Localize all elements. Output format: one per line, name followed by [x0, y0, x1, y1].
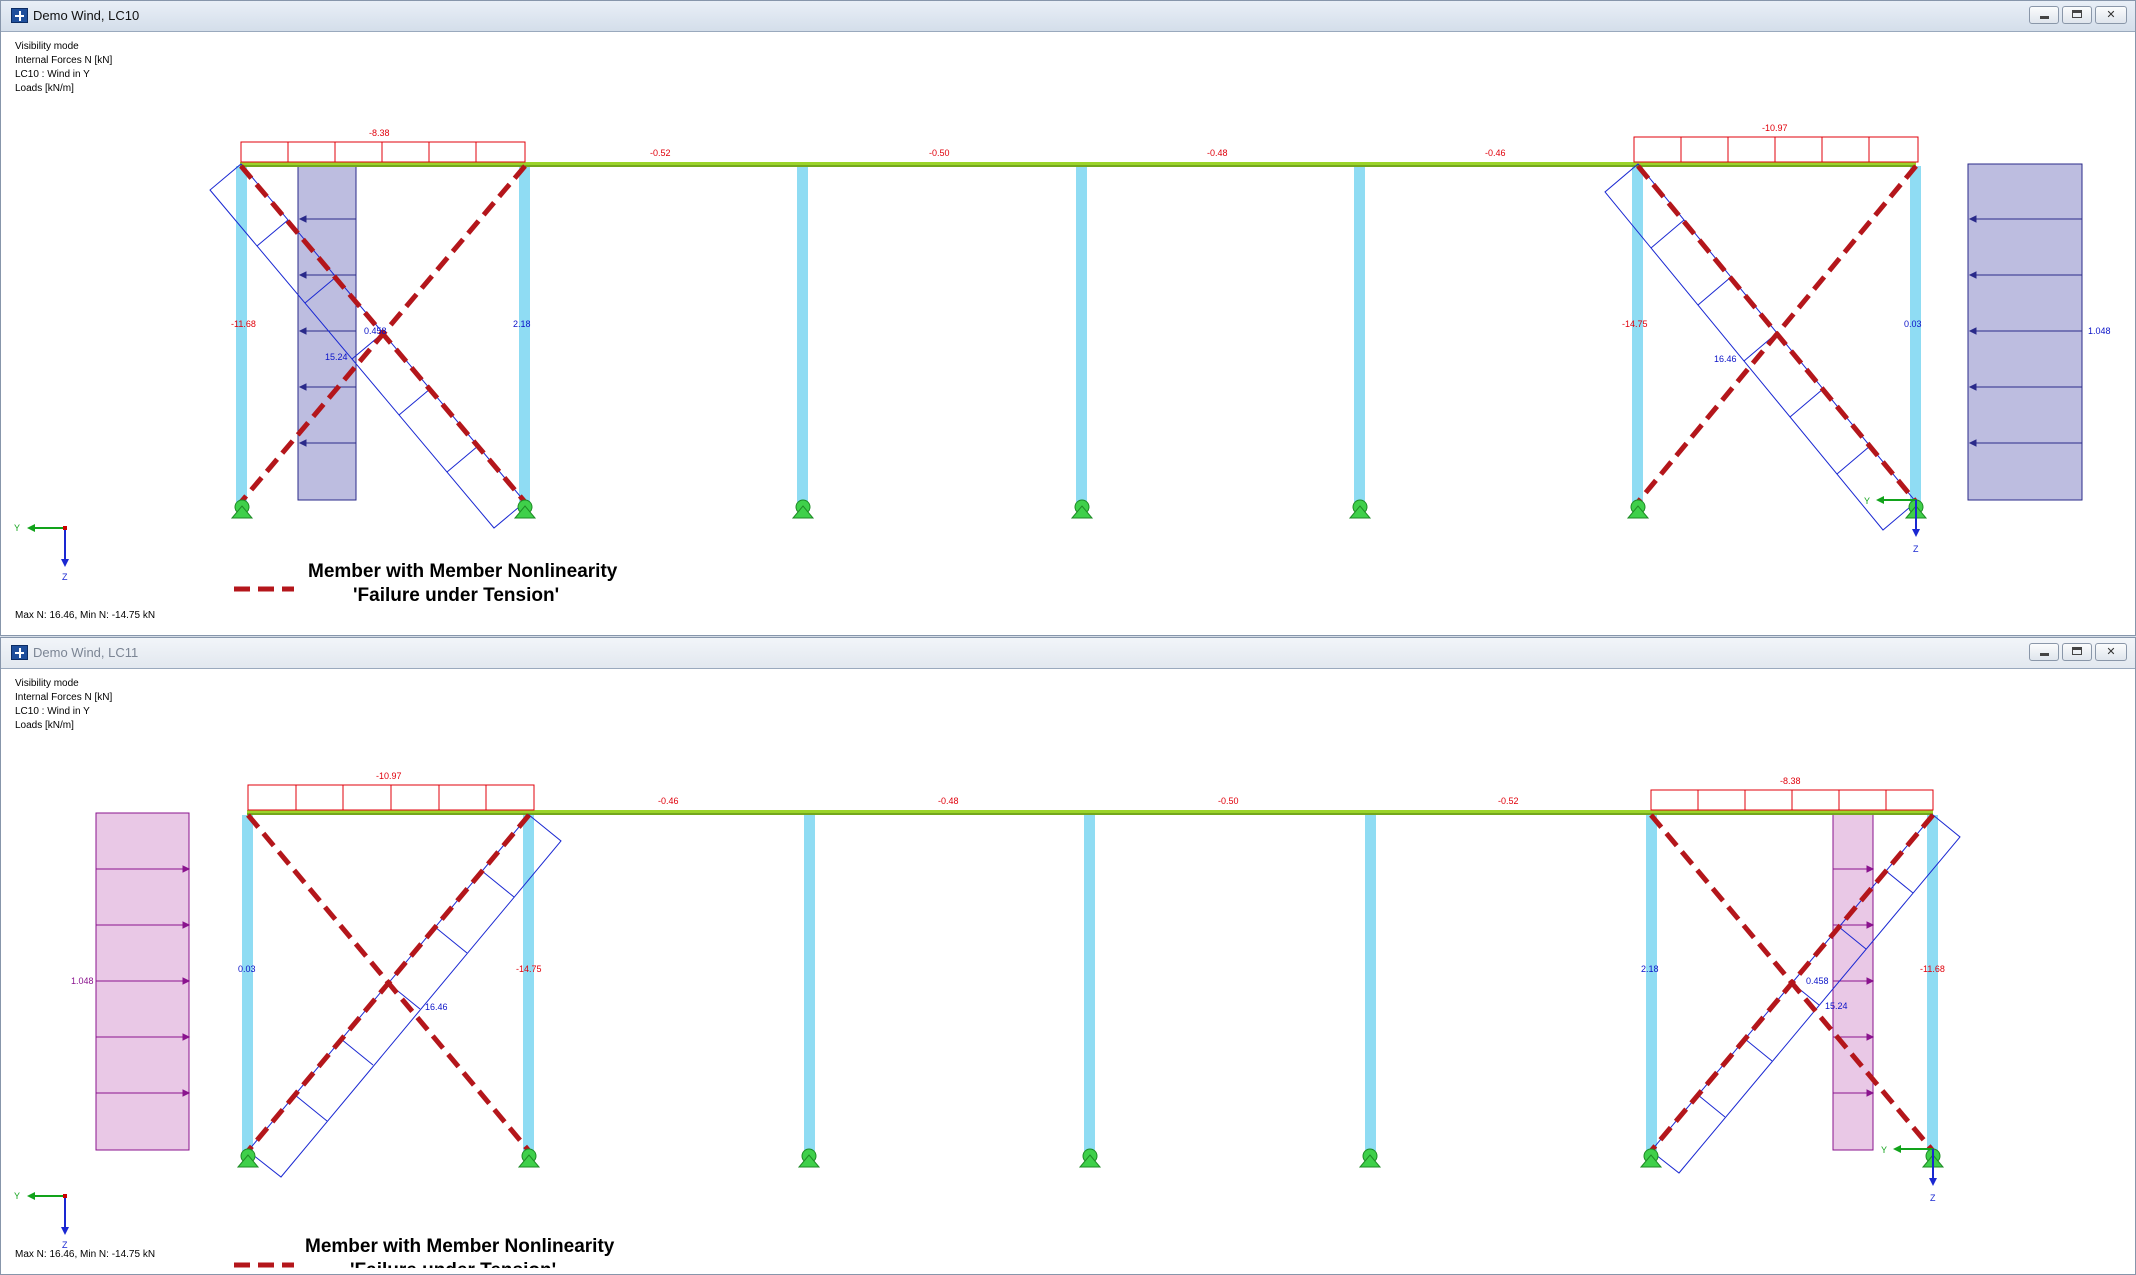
graphics-viewport[interactable]: Visibility mode Internal Forces N [kN] L… — [8, 32, 2128, 629]
label-wind-load: 1.048 — [71, 976, 94, 986]
label-second-column: 2.18 — [513, 319, 531, 329]
label-top-chord-1: -0.52 — [650, 148, 671, 158]
label-left-bay-top: -8.38 — [369, 128, 390, 138]
wind-load-left-bay — [297, 163, 357, 501]
tension-diagram-left-diagonal — [209, 163, 526, 529]
model-window-lc11[interactable]: Demo Wind, LC11 Visibility mode Internal… — [0, 637, 2136, 1275]
columns — [236, 166, 1921, 502]
global-axis-z-label: Z — [62, 572, 68, 582]
label-right-bay-top: -8.38 — [1780, 776, 1801, 786]
restore-button[interactable] — [2062, 6, 2092, 24]
tension-diagram-right-diagonal — [1604, 163, 1917, 531]
window-title: Demo Wind, LC11 — [33, 645, 139, 660]
label-wind-load: 1.048 — [2088, 326, 2111, 336]
compression-diagram-left-bay — [247, 784, 535, 811]
legend-line-2: 'Failure under Tension' — [353, 585, 559, 606]
label-right-column: 0.03 — [1904, 319, 1922, 329]
wind-load-left — [95, 812, 191, 1151]
global-axis-y-label: Y — [14, 1191, 20, 1201]
minimize-button[interactable] — [2029, 6, 2059, 24]
legend: Member with Member Nonlinearity 'Failure… — [234, 561, 618, 606]
label-top-chord-2: -0.50 — [929, 148, 950, 158]
svg-text:Z: Z — [1913, 544, 1919, 554]
label-left-column: -11.68 — [231, 319, 256, 329]
wind-load-right — [1967, 163, 2083, 501]
tension-diagram-right-diagonal — [1650, 814, 1961, 1174]
svg-text:Z: Z — [1930, 1193, 1936, 1203]
label-left-diagonal: 15.24 — [325, 352, 348, 362]
structure-drawing[interactable]: Y Z Y Z -8.38 -10.97 -0.52 -0.50 -0.48 -… — [8, 32, 2128, 629]
label-right-bay-top: -10.97 — [1762, 123, 1788, 133]
global-axes: Y Z — [14, 1191, 69, 1250]
restore-button[interactable] — [2062, 643, 2092, 661]
legend: Member with Member Nonlinearity 'Failure… — [234, 1236, 615, 1268]
label-second-column: -14.75 — [516, 964, 542, 974]
label-left-bay-top: -10.97 — [376, 771, 402, 781]
supports — [230, 499, 1928, 519]
label-left-diagonal: 16.46 — [425, 1002, 448, 1012]
label-top-chord-2: -0.48 — [938, 796, 959, 806]
app-icon — [11, 645, 28, 660]
legend-line-2: 'Failure under Tension' — [350, 1260, 556, 1268]
label-top-chord-1: -0.46 — [658, 796, 679, 806]
title-bar[interactable]: Demo Wind, LC11 — [1, 638, 2135, 669]
label-top-chord-3: -0.50 — [1218, 796, 1239, 806]
legend-line-1: Member with Member Nonlinearity — [308, 561, 618, 582]
svg-text:Y: Y — [1881, 1145, 1887, 1155]
compression-diagram-left-bay — [240, 141, 526, 163]
global-axes: Y Z — [14, 523, 69, 582]
max-min-summary: Max N: 16.46, Min N: -14.75 kN — [15, 1249, 156, 1260]
graphics-viewport[interactable]: Visibility mode Internal Forces N [kN] L… — [8, 669, 2128, 1268]
label-left-column: 0.03 — [238, 964, 256, 974]
svg-text:Y: Y — [1864, 496, 1870, 506]
label-right-column: -11.68 — [1920, 964, 1945, 974]
model-window-lc10[interactable]: Demo Wind, LC10 Visibility mode Internal… — [0, 0, 2136, 636]
label-right-third-column: -14.75 — [1622, 319, 1648, 329]
max-min-summary: Max N: 16.46, Min N: -14.75 kN — [15, 610, 156, 621]
label-top-chord-3: -0.48 — [1207, 148, 1228, 158]
label-left-intersection: 0.458 — [364, 326, 387, 336]
label-right-diagonal: 16.46 — [1714, 354, 1737, 364]
label-right-third-column: 2.18 — [1641, 964, 1659, 974]
close-button[interactable] — [2095, 643, 2127, 661]
structure-drawing[interactable]: Y Z Y Z -10.97 -8.38 -0.46 -0.48 -0.50 -… — [8, 669, 2128, 1268]
label-right-intersection: 0.458 — [1806, 976, 1829, 986]
window-title: Demo Wind, LC10 — [33, 8, 140, 23]
columns — [242, 815, 1938, 1151]
app-icon — [11, 8, 28, 23]
tension-diagram-left-diagonal — [247, 814, 562, 1178]
label-top-chord-4: -0.46 — [1485, 148, 1506, 158]
close-button[interactable] — [2095, 6, 2127, 24]
minimize-button[interactable] — [2029, 643, 2059, 661]
label-top-chord-4: -0.52 — [1498, 796, 1519, 806]
supports — [236, 1148, 1945, 1168]
legend-line-1: Member with Member Nonlinearity — [305, 1236, 615, 1257]
global-axis-y-label: Y — [14, 523, 20, 533]
compression-diagram-right-bay — [1650, 789, 1934, 811]
title-bar[interactable]: Demo Wind, LC10 — [1, 1, 2135, 32]
label-right-diagonal: 15.24 — [1825, 1001, 1848, 1011]
compression-diagram-right-bay — [1633, 136, 1919, 163]
